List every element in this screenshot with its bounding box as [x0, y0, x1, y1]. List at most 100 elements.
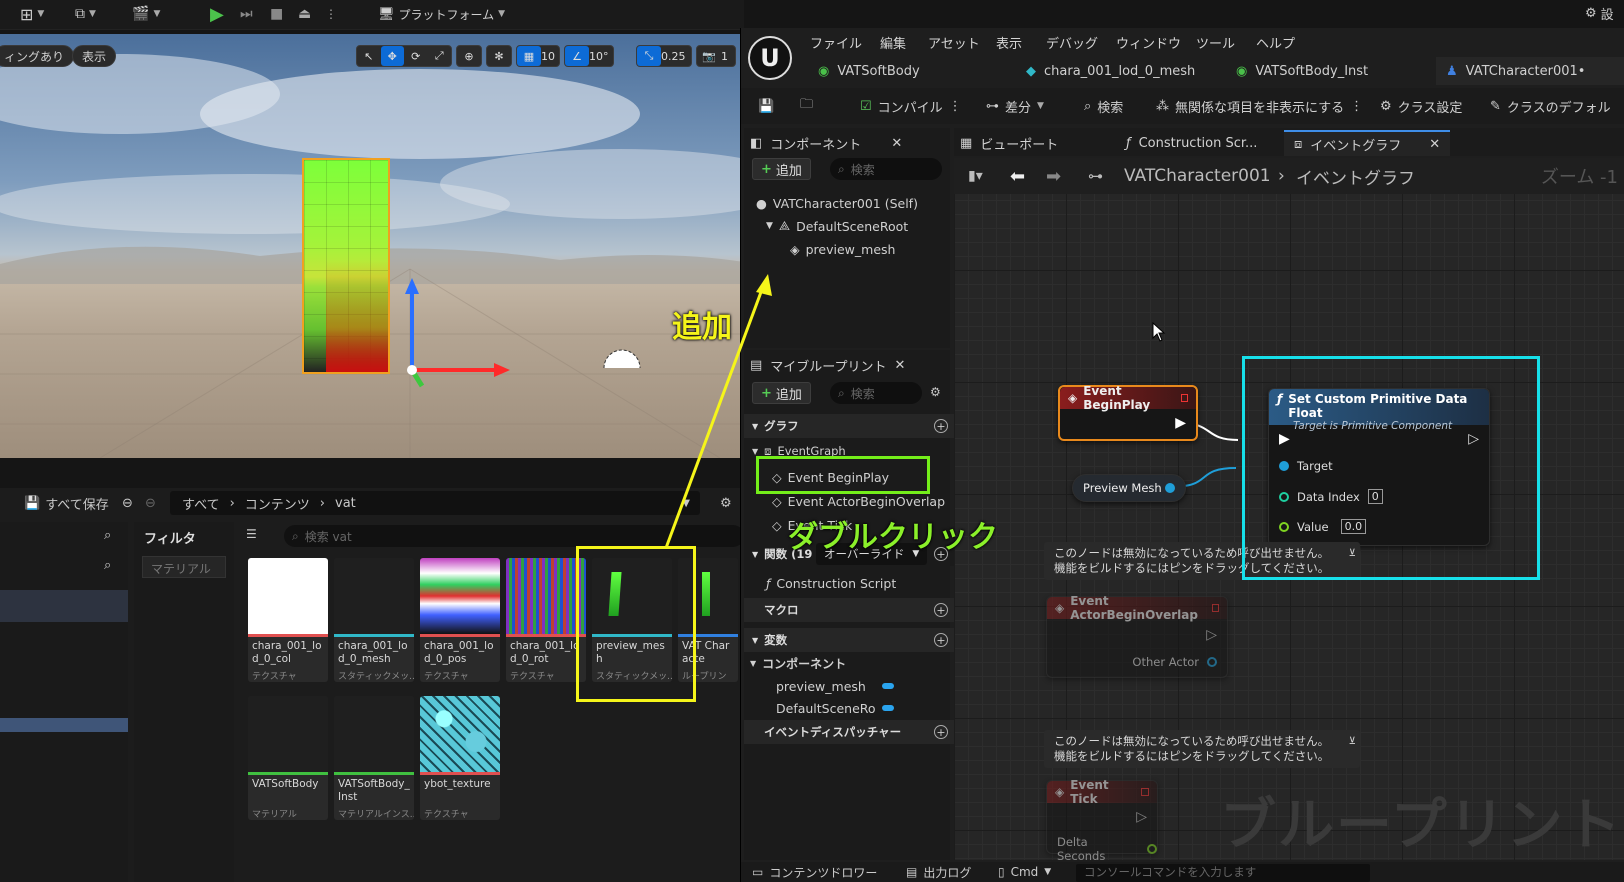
menu-window[interactable]: ウィンドウ — [1116, 33, 1181, 52]
browse-button[interactable]: 🗀 — [800, 93, 813, 119]
delegate-pin-icon[interactable] — [1180, 394, 1188, 402]
play-options-button[interactable]: ⋮ — [325, 3, 337, 25]
variable-preview-mesh[interactable]: preview_mesh — [776, 675, 894, 697]
doc-tab-mesh[interactable]: ◆ chara_001_lod_0_mesh — [1026, 57, 1195, 85]
components-search-input[interactable]: ⌕ 検索 — [830, 158, 942, 180]
node-event-tick[interactable]: ◈ Event Tick ▷ Delta Seconds — [1046, 778, 1158, 863]
components-tab[interactable]: ◧ コンポーネント ✕ — [750, 130, 902, 156]
menu-help[interactable]: ヘルプ — [1256, 33, 1295, 52]
tab-viewport[interactable]: ▦ ビューポート — [960, 130, 1058, 156]
show-chip[interactable]: 表示 — [72, 45, 117, 67]
menu-asset[interactable]: アセット — [928, 33, 980, 52]
tab-event-graph[interactable]: ⧈ イベントグラフ ✕ — [1284, 130, 1451, 156]
world-local-toggle[interactable]: ⊕ — [456, 45, 482, 67]
step-button[interactable]: ⏭ — [240, 3, 253, 25]
node-preview-mesh-getter[interactable]: Preview Mesh — [1072, 474, 1186, 502]
component-preview-mesh[interactable]: ◈ preview_mesh — [790, 238, 895, 260]
folder-row-selected[interactable] — [0, 590, 128, 622]
compile-button[interactable]: ☑ コンパイル ⋮ — [860, 93, 962, 119]
filter-material-chip[interactable]: マテリアル — [142, 556, 226, 578]
menu-view[interactable]: 表示 — [996, 33, 1022, 52]
diff-button[interactable]: ⊶ 差分 ▼ — [986, 93, 1044, 119]
asset-tile[interactable]: chara_001_lod_0_pos テクスチャ — [420, 558, 500, 682]
folder-row-active[interactable] — [0, 718, 128, 732]
asset-tile[interactable]: chara_001_lod_0_rot テクスチャ — [506, 558, 586, 682]
doc-tab-inst[interactable]: ◉ VATSoftBody_Inst — [1236, 57, 1368, 85]
vat-preview-mesh[interactable] — [302, 158, 390, 374]
blueprint-mode-button[interactable]: ⧉ ▼ — [75, 3, 96, 25]
lit-mode-chip[interactable]: ィングあり — [0, 45, 75, 67]
save-button[interactable]: 💾 — [758, 93, 774, 119]
add-variable-icon[interactable]: + — [934, 633, 948, 647]
class-defaults-button[interactable]: ✎ クラスのデフォル — [1490, 93, 1611, 119]
rotate-icon[interactable]: ⟳ — [404, 46, 428, 66]
surface-snap-toggle[interactable]: ✻ — [486, 45, 512, 67]
select-icon[interactable]: ↖ — [357, 46, 381, 66]
breadcrumb-item[interactable]: vat — [335, 496, 356, 511]
object-out-pin-icon[interactable] — [1165, 483, 1175, 493]
doc-tab-vatsoftbody[interactable]: ◉ VATSoftBody — [818, 57, 920, 85]
doc-tab-vatcharacter[interactable]: ♟ VATCharacter001• — [1436, 57, 1624, 85]
add-macro-icon[interactable]: + — [934, 603, 948, 617]
variable-default-scene-root[interactable]: DefaultSceneRoo — [776, 697, 894, 719]
global-settings-button[interactable]: ⚙ 設 — [1585, 4, 1614, 23]
stop-button[interactable]: ■ — [270, 3, 283, 25]
asset-tile[interactable]: VATSoftBody マテリアル — [248, 696, 328, 820]
level-viewport[interactable] — [0, 34, 744, 458]
hide-unrelated-button[interactable]: ⁂ 無関係な項目を非表示にする ⋮ — [1156, 93, 1363, 119]
cmd-dropdown[interactable]: ▯ Cmd ▼ — [998, 862, 1051, 882]
save-all-button[interactable]: 💾 すべて保存 — [24, 494, 109, 513]
scale-snap-toggle[interactable]: ⤡ 0.25 — [636, 45, 692, 67]
content-drawer-button[interactable]: ▭ コンテンツドロワー — [752, 862, 877, 882]
exec-out-pin-icon[interactable]: ▶ — [1175, 415, 1186, 431]
pin-comment-icon[interactable]: ⊻ — [1349, 734, 1356, 749]
search-icon[interactable]: ⌕ — [104, 528, 111, 543]
camera-speed-button[interactable]: 📷 1 — [696, 45, 736, 67]
play-button[interactable]: ▶ — [210, 3, 224, 25]
history-forward-icon[interactable]: ⊖ — [145, 496, 156, 511]
gear-icon[interactable]: ⚙ — [930, 385, 941, 399]
angle-snap-toggle[interactable]: ∠ 10° — [564, 45, 614, 67]
menu-tools[interactable]: ツール — [1196, 33, 1235, 52]
menu-file[interactable]: ファイル — [810, 33, 862, 52]
menu-debug[interactable]: デバッグ — [1046, 33, 1098, 52]
move-icon[interactable]: ✥ — [380, 46, 404, 66]
section-variables[interactable]: ▼ 変数 + — [744, 628, 954, 652]
node-event-beginplay[interactable]: ◈ Event BeginPlay ▶ — [1058, 384, 1198, 441]
search-icon[interactable]: ⌕ — [104, 558, 111, 573]
asset-tile[interactable]: ybot_texture テクスチャ — [420, 696, 500, 820]
close-icon[interactable]: ✕ — [1429, 137, 1440, 152]
add-dispatcher-icon[interactable]: + — [934, 725, 948, 739]
component-default-scene-root[interactable]: ▼ ⟁ DefaultSceneRoot — [766, 215, 908, 237]
menu-edit[interactable]: 編集 — [880, 33, 906, 52]
find-button[interactable]: ⌕ 検索 — [1084, 93, 1123, 119]
transform-gizmo[interactable] — [380, 274, 540, 414]
breadcrumb-item[interactable]: すべて — [182, 494, 220, 513]
construction-script-item[interactable]: ƒ Construction Script — [766, 572, 896, 594]
output-log-button[interactable]: ▤ 出力ログ — [906, 862, 971, 882]
eject-button[interactable]: ⏏ — [298, 3, 311, 25]
sequencer-button[interactable]: 🎬 ▼ — [132, 3, 160, 25]
close-icon[interactable]: ✕ — [891, 136, 902, 151]
history-back-icon[interactable]: ⊖ — [122, 496, 133, 511]
grid-snap-toggle[interactable]: ▦ 10 — [516, 45, 560, 67]
close-icon[interactable]: ✕ — [895, 358, 906, 373]
components-add-button[interactable]: + 追加 — [752, 158, 811, 180]
my-blueprint-search-input[interactable]: ⌕ 検索 — [830, 382, 922, 404]
class-settings-button[interactable]: ⚙ クラス設定 — [1380, 93, 1462, 119]
filter-list-icon[interactable]: ☰ — [246, 527, 257, 541]
asset-tile[interactable]: chara_001_lod_0_col テクスチャ — [248, 558, 328, 682]
platform-button[interactable]: 🖥 プラットフォーム ▼ — [378, 3, 505, 25]
asset-tile[interactable]: chara_001_lod_0_mesh スタティックメッ... — [334, 558, 414, 682]
section-macros[interactable]: マクロ + — [744, 598, 954, 622]
add-graph-icon[interactable]: + — [934, 419, 948, 433]
scale-icon[interactable]: ⤢ — [428, 46, 452, 66]
component-self[interactable]: ● VATCharacter001 (Self) — [756, 192, 918, 214]
asset-tile[interactable]: VATSoftBody_Inst マテリアルインス... — [334, 696, 414, 820]
ue-logo-icon[interactable]: U — [748, 36, 792, 80]
node-event-actor-begin-overlap[interactable]: ◈ Event ActorBeginOverlap ▷ Other Actor — [1046, 594, 1228, 678]
tab-construction-script[interactable]: ƒ Construction Scr... — [1126, 130, 1257, 156]
add-actor-button[interactable]: ⊞ ▼ — [20, 3, 44, 25]
components-category[interactable]: ▼ コンポーネント — [750, 652, 846, 674]
section-dispatchers[interactable]: イベントディスパッチャー + — [744, 720, 954, 744]
